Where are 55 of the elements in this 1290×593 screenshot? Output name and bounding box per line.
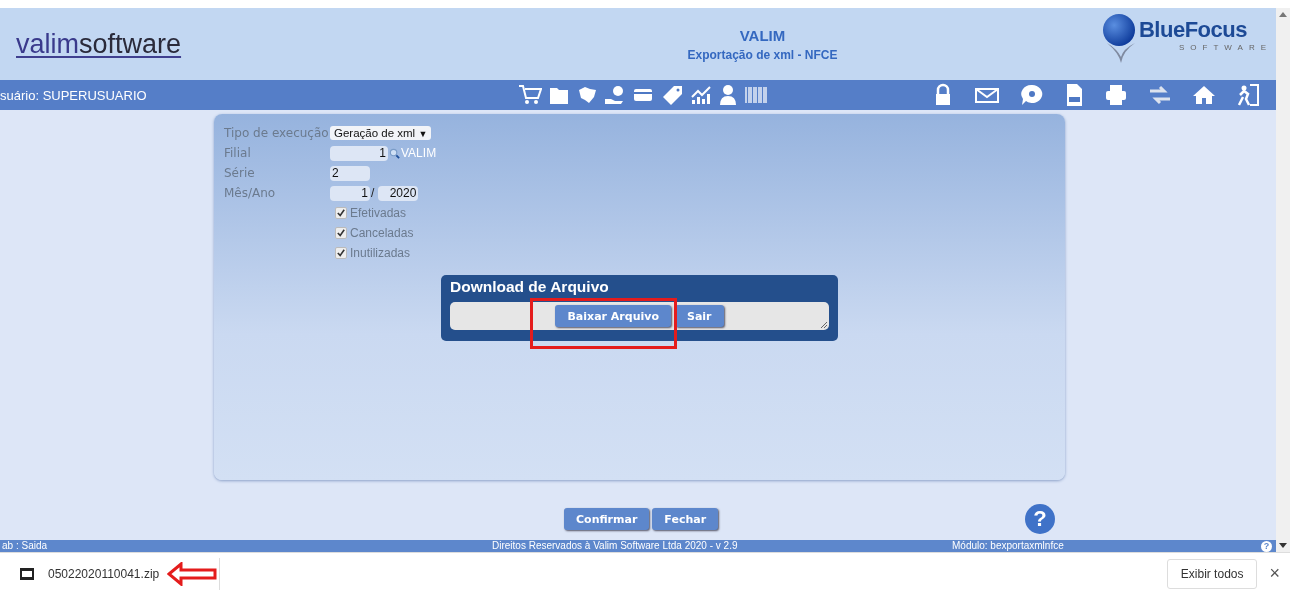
close-button[interactable]: ×	[1269, 563, 1280, 584]
swap-arrows-icon[interactable]	[1148, 83, 1172, 107]
search-icon[interactable]	[389, 147, 400, 159]
footer-button[interactable]: Fechar	[652, 508, 719, 530]
app-title: VALIM	[738, 26, 787, 44]
user-label: suário: SUPERUSUARIO	[0, 87, 148, 103]
scroll-up-icon[interactable]	[1279, 11, 1287, 17]
resize-grip-icon[interactable]	[821, 322, 827, 328]
price-tag-icon[interactable]	[662, 84, 684, 106]
field-label: Mês/Ano	[224, 186, 277, 200]
module-name: Módulo: bexportaxmlnfce	[952, 540, 1065, 552]
field-label: Tipo de execução	[224, 126, 330, 140]
money-hand-icon[interactable]	[604, 84, 626, 106]
map-icon[interactable]	[576, 84, 598, 106]
cart-icon[interactable]	[518, 84, 542, 106]
field-label: Filial	[224, 146, 252, 160]
printer-icon[interactable]	[1104, 83, 1128, 107]
checkbox[interactable]	[335, 227, 347, 239]
date-separator: /	[371, 186, 375, 200]
checkbox-label: Inutilizadas	[350, 246, 411, 260]
archive-file-icon	[20, 567, 34, 580]
sql-file-icon[interactable]	[1064, 83, 1084, 107]
checkbox-label: Canceladas	[350, 226, 414, 240]
branch-field[interactable]: 1	[330, 145, 388, 161]
bluefocus-logo: BlueFocus SOFTWARE	[1098, 13, 1272, 79]
arrow-annotation	[167, 561, 218, 586]
valim-logo: valimsoftware	[16, 28, 183, 60]
checkbox-label: Efetivadas	[350, 206, 407, 220]
help-bubble-icon[interactable]	[1020, 83, 1044, 107]
month-field[interactable]: 1	[330, 185, 370, 201]
page-subtitle: Exportação de xml - NFCE	[686, 47, 839, 62]
copyright-text: Direitos Reservados à Valim Software Ltda 2020 - v 2.9	[492, 540, 739, 552]
downloaded-file[interactable]: 05022020110041.zip	[48, 566, 160, 581]
footer-button[interactable]: Confirmar	[564, 508, 650, 530]
series-field[interactable]: 2	[330, 165, 370, 181]
scrollbar[interactable]	[1276, 8, 1290, 552]
chart-icon[interactable]	[690, 84, 712, 106]
shortcut-hint: ab : Saida	[1, 540, 49, 552]
execution-type-select[interactable]: Geração de xml ▼	[330, 126, 432, 140]
dialog-button[interactable]: Sair	[674, 305, 724, 327]
help-button[interactable]: ?	[1025, 504, 1055, 534]
branch-name: VALIM	[401, 146, 437, 160]
year-field[interactable]: 2020	[378, 185, 419, 201]
barcode-icon[interactable]	[744, 84, 768, 106]
home-icon[interactable]	[1192, 83, 1216, 107]
checkbox[interactable]	[335, 247, 347, 259]
checkbox[interactable]	[335, 207, 347, 219]
dialog-button[interactable]: Baixar Arquivo	[555, 305, 671, 327]
exit-door-icon[interactable]	[1236, 83, 1260, 107]
help-button[interactable]: ?	[1261, 540, 1272, 552]
dialog-title: Download de Arquivo	[450, 278, 610, 297]
scroll-down-icon[interactable]	[1279, 543, 1287, 549]
field-label: Série	[224, 166, 256, 180]
show-all-button[interactable]: Exibir todos	[1166, 558, 1258, 589]
person-icon[interactable]	[718, 84, 738, 106]
